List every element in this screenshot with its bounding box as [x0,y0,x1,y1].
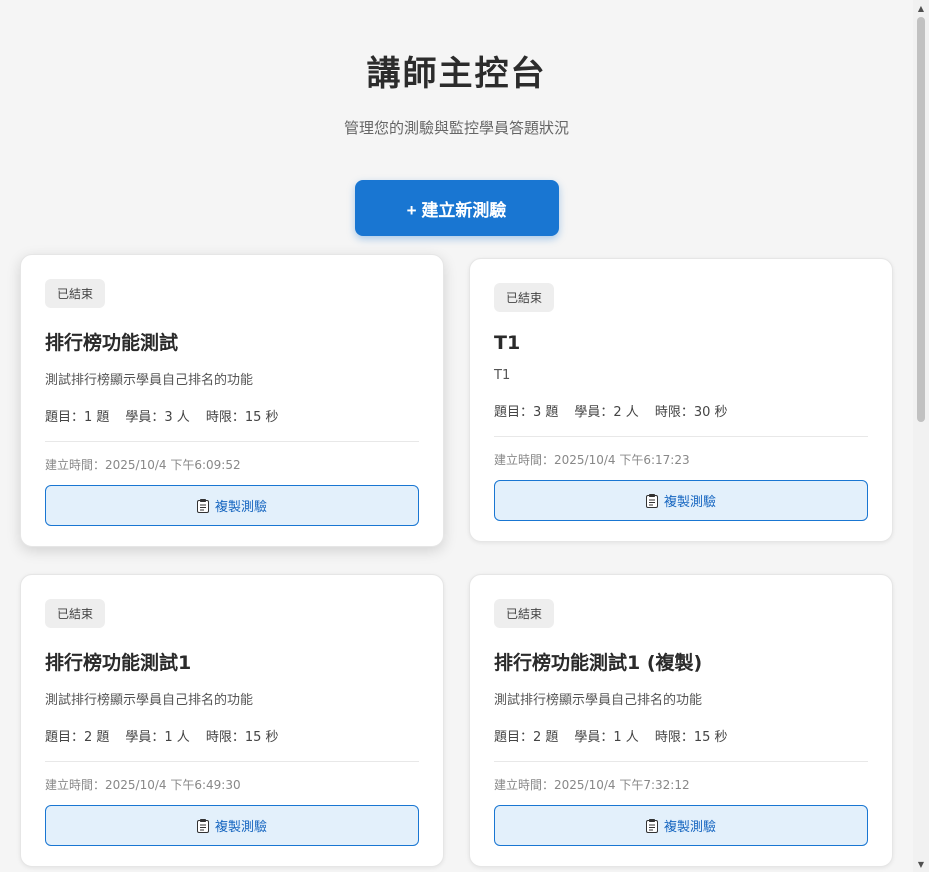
copy-quiz-label: 複製測驗 [214,819,267,834]
quiz-title: 排行榜功能測試1 [45,652,192,674]
quiz-meta: 題目：2 題 學員：1 人 時限：15 秒 [494,726,868,745]
quiz-description: T1 [494,368,511,383]
quiz-description: 測試排行榜顯示學員自己排名的功能 [494,693,703,708]
copy-quiz-label: 複製測驗 [663,494,716,509]
student-count: 學員：1 人 [125,730,190,745]
created-time: 建立時間：2025/10/4 下午7:32:12 [494,778,690,792]
quiz-card: 已結束 排行榜功能測試 測試排行榜顯示學員自己排名的功能 題目：1 題 學員：3… [20,254,444,547]
page-subtitle: 管理您的測驗與監控學員答題狀況 [343,119,569,137]
question-count: 題目：1 題 [45,410,110,425]
copy-quiz-button[interactable]: 複製測驗 [494,480,868,521]
student-count: 學員：1 人 [574,730,639,745]
quiz-title: 排行榜功能測試 [45,332,179,354]
create-quiz-button[interactable]: + 建立新測驗 [354,180,559,236]
status-badge: 已結束 [494,283,555,312]
copy-quiz-button[interactable]: 複製測驗 [45,805,419,846]
divider [45,441,419,442]
created-time: 建立時間：2025/10/4 下午6:49:30 [45,778,241,792]
quiz-card: 已結束 排行榜功能測試1 測試排行榜顯示學員自己排名的功能 題目：2 題 學員：… [20,574,444,867]
quiz-meta: 題目：1 題 學員：3 人 時限：15 秒 [45,406,419,425]
status-badge: 已結束 [45,279,106,308]
divider [494,436,868,437]
quiz-card: 已結束 T1 T1 題目：3 題 學員：2 人 時限：30 秒 建立時間：202… [469,258,893,542]
clipboard-icon [645,818,658,833]
copy-quiz-button[interactable]: 複製測驗 [45,485,419,526]
time-limit: 時限：15 秒 [205,730,279,745]
created-time: 建立時間：2025/10/4 下午6:09:52 [45,458,241,472]
created-time: 建立時間：2025/10/4 下午6:17:23 [494,453,690,467]
quiz-description: 測試排行榜顯示學員自己排名的功能 [45,373,254,388]
time-limit: 時限：15 秒 [654,730,728,745]
instructor-dashboard: 講師主控台 管理您的測驗與監控學員答題狀況 + 建立新測驗 已結束 排行榜功能測… [0,0,913,872]
quiz-card: 已結束 排行榜功能測試1 (複製) 測試排行榜顯示學員自己排名的功能 題目：2 … [469,574,893,867]
quiz-meta: 題目：2 題 學員：1 人 時限：15 秒 [45,726,419,745]
page-title: 講師主控台 [366,54,547,94]
question-count: 題目：2 題 [45,730,110,745]
quiz-description: 測試排行榜顯示學員自己排名的功能 [45,693,254,708]
clipboard-icon [196,818,209,833]
clipboard-icon [196,498,209,513]
status-badge: 已結束 [45,599,106,628]
student-count: 學員：2 人 [574,405,639,420]
status-badge: 已結束 [494,599,555,628]
quiz-title: T1 [494,332,521,354]
time-limit: 時限：30 秒 [654,405,728,420]
scroll-up-arrow-icon[interactable]: ▲ [913,0,929,16]
question-count: 題目：3 題 [494,405,559,420]
vertical-scrollbar[interactable]: ▲ ▼ [913,0,929,872]
quiz-meta: 題目：3 題 學員：2 人 時限：30 秒 [494,401,868,420]
question-count: 題目：2 題 [494,730,559,745]
time-limit: 時限：15 秒 [205,410,279,425]
divider [45,761,419,762]
divider [494,761,868,762]
copy-quiz-button[interactable]: 複製測驗 [494,805,868,846]
quiz-title: 排行榜功能測試1 (複製) [494,652,703,674]
scroll-down-arrow-icon[interactable]: ▼ [913,856,929,872]
page-header: 講師主控台 管理您的測驗與監控學員答題狀況 + 建立新測驗 [0,0,913,236]
copy-quiz-label: 複製測驗 [214,499,267,514]
student-count: 學員：3 人 [125,410,190,425]
scroll-thumb[interactable] [917,17,925,422]
clipboard-icon [645,493,658,508]
copy-quiz-label: 複製測驗 [663,819,716,834]
